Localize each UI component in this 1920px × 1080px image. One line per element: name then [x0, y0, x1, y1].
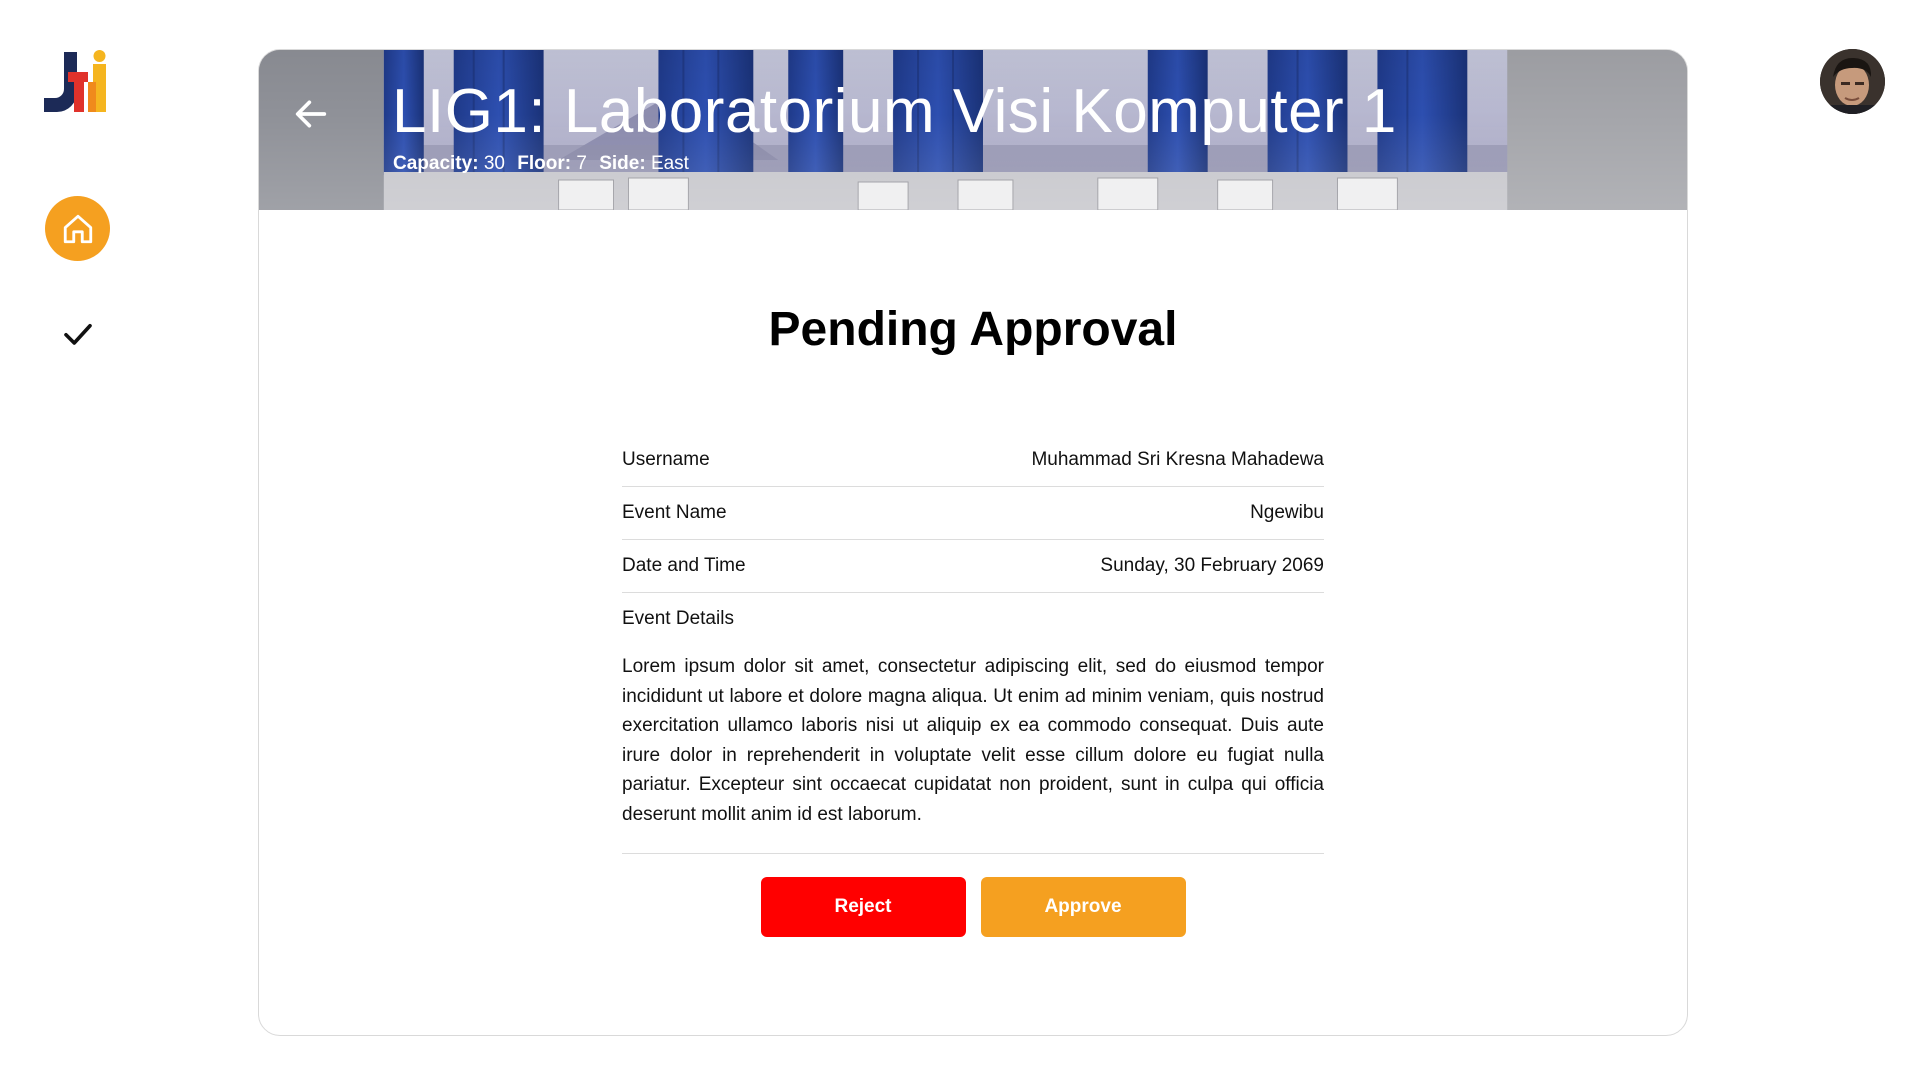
- check-icon: [64, 323, 92, 345]
- side-value: East: [650, 153, 689, 174]
- reject-button[interactable]: Reject: [760, 877, 966, 937]
- detail-label: Date and Time: [622, 555, 746, 576]
- side-label: Side:: [599, 153, 646, 174]
- room-banner: LIG1: Laboratorium Visi Komputer 1 Capac…: [259, 50, 1687, 210]
- event-details-label: Event Details: [622, 607, 734, 629]
- room-meta: Capacity: 30 Floor: 7 Side: East: [393, 153, 696, 175]
- page-title: Pending Approval: [768, 303, 1178, 356]
- booking-details: Username Muhammad Sri Kresna Mahadewa Ev…: [622, 434, 1324, 854]
- event-details-text: Lorem ipsum dolor sit amet, consectetur …: [622, 644, 1324, 854]
- nav-home-button[interactable]: [45, 196, 110, 261]
- detail-value: Muhammad Sri Kresna Mahadewa: [1031, 449, 1324, 470]
- sidebar: [0, 0, 155, 1080]
- room-title: LIG1: Laboratorium Visi Komputer 1: [392, 77, 1397, 146]
- arrow-left-icon: [295, 100, 327, 128]
- capacity-value: 30: [483, 153, 505, 174]
- detail-row-date-time: Date and Time Sunday, 30 February 2069: [622, 540, 1324, 593]
- home-icon: [63, 214, 92, 243]
- user-avatar[interactable]: [1820, 49, 1885, 114]
- booking-card: LIG1: Laboratorium Visi Komputer 1 Capac…: [258, 49, 1688, 1036]
- action-bar: Reject Approve: [259, 877, 1687, 937]
- nav-approvals-button[interactable]: [54, 310, 102, 358]
- back-button[interactable]: [287, 90, 335, 138]
- floor-label: Floor:: [517, 153, 572, 174]
- capacity-label: Capacity:: [393, 153, 479, 174]
- approve-button[interactable]: Approve: [980, 877, 1186, 937]
- floor-value: 7: [576, 153, 587, 174]
- detail-value: Ngewibu: [1250, 502, 1324, 523]
- detail-value: Sunday, 30 February 2069: [1100, 555, 1324, 576]
- detail-label: Username: [622, 449, 710, 470]
- app-logo[interactable]: [44, 50, 110, 114]
- detail-label: Event Name: [622, 502, 727, 523]
- detail-row-event-name: Event Name Ngewibu: [622, 487, 1324, 540]
- detail-row-username: Username Muhammad Sri Kresna Mahadewa: [622, 434, 1324, 487]
